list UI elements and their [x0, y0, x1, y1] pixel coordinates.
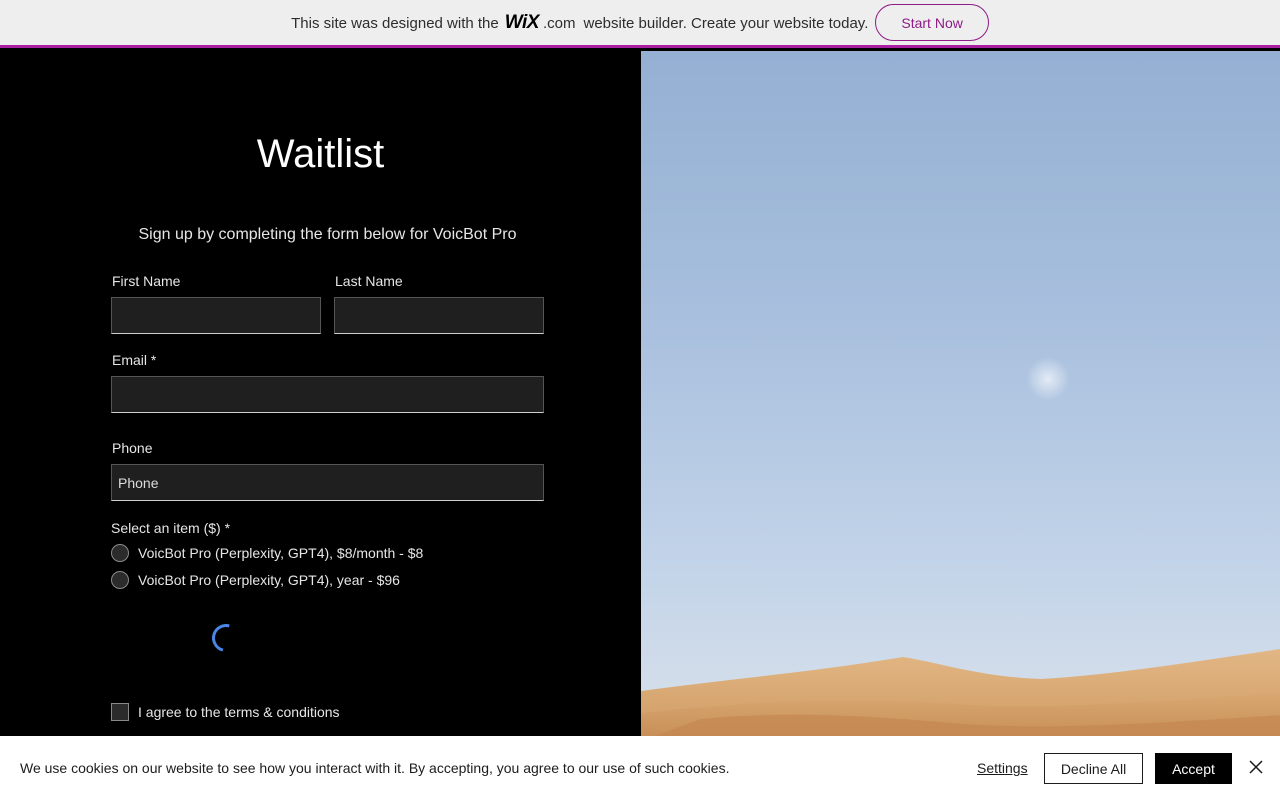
option-label: VoicBot Pro (Perplexity, GPT4), year - $… — [138, 572, 400, 588]
phone-label: Phone — [112, 440, 153, 456]
desert-dunes-illustration — [641, 357, 1280, 741]
terms-checkbox[interactable] — [111, 703, 129, 721]
email-label: Email * — [112, 352, 157, 368]
wix-logo-suffix: .com — [542, 14, 576, 32]
first-name-label: First Name — [112, 273, 181, 289]
page-title: Waitlist — [256, 132, 385, 176]
waitlist-form-panel: Waitlist Sign up by completing the form … — [0, 51, 641, 800]
wix-banner-text: This site was designed with the WiX .com … — [291, 12, 868, 34]
select-item-label: Select an item ($) * — [111, 520, 231, 536]
start-now-button[interactable]: Start Now — [875, 4, 989, 41]
wix-banner: This site was designed with the WiX .com … — [0, 0, 1280, 48]
cookie-consent-bar: We use cookies on our website to see how… — [0, 736, 1280, 800]
last-name-input[interactable] — [334, 297, 544, 334]
option-monthly[interactable]: VoicBot Pro (Perplexity, GPT4), $8/month… — [111, 544, 423, 562]
radio-button[interactable] — [111, 571, 129, 589]
banner-text-before: This site was designed with the — [291, 14, 499, 32]
cookie-settings-link[interactable]: Settings — [977, 760, 1028, 776]
radio-button[interactable] — [111, 544, 129, 562]
last-name-label: Last Name — [335, 273, 403, 289]
loading-spinner-icon — [206, 618, 246, 658]
close-icon[interactable] — [1248, 759, 1264, 775]
form-subtitle: Sign up by completing the form below for… — [138, 226, 517, 243]
phone-placeholder: Phone — [118, 474, 159, 491]
terms-checkbox-row[interactable]: I agree to the terms & conditions — [111, 703, 340, 721]
option-yearly[interactable]: VoicBot Pro (Perplexity, GPT4), year - $… — [111, 571, 400, 589]
email-input[interactable] — [111, 376, 544, 413]
banner-text-after: website builder. Create your website tod… — [583, 14, 869, 32]
decline-all-button[interactable]: Decline All — [1044, 753, 1143, 784]
first-name-input[interactable] — [111, 297, 321, 334]
desert-image — [641, 51, 1280, 741]
cookie-message: We use cookies on our website to see how… — [20, 760, 730, 776]
phone-input[interactable]: Phone — [111, 464, 544, 501]
terms-label: I agree to the terms & conditions — [138, 704, 340, 720]
option-label: VoicBot Pro (Perplexity, GPT4), $8/month… — [138, 545, 424, 561]
wix-logo: WiX — [504, 11, 540, 33]
accept-button[interactable]: Accept — [1155, 753, 1232, 784]
